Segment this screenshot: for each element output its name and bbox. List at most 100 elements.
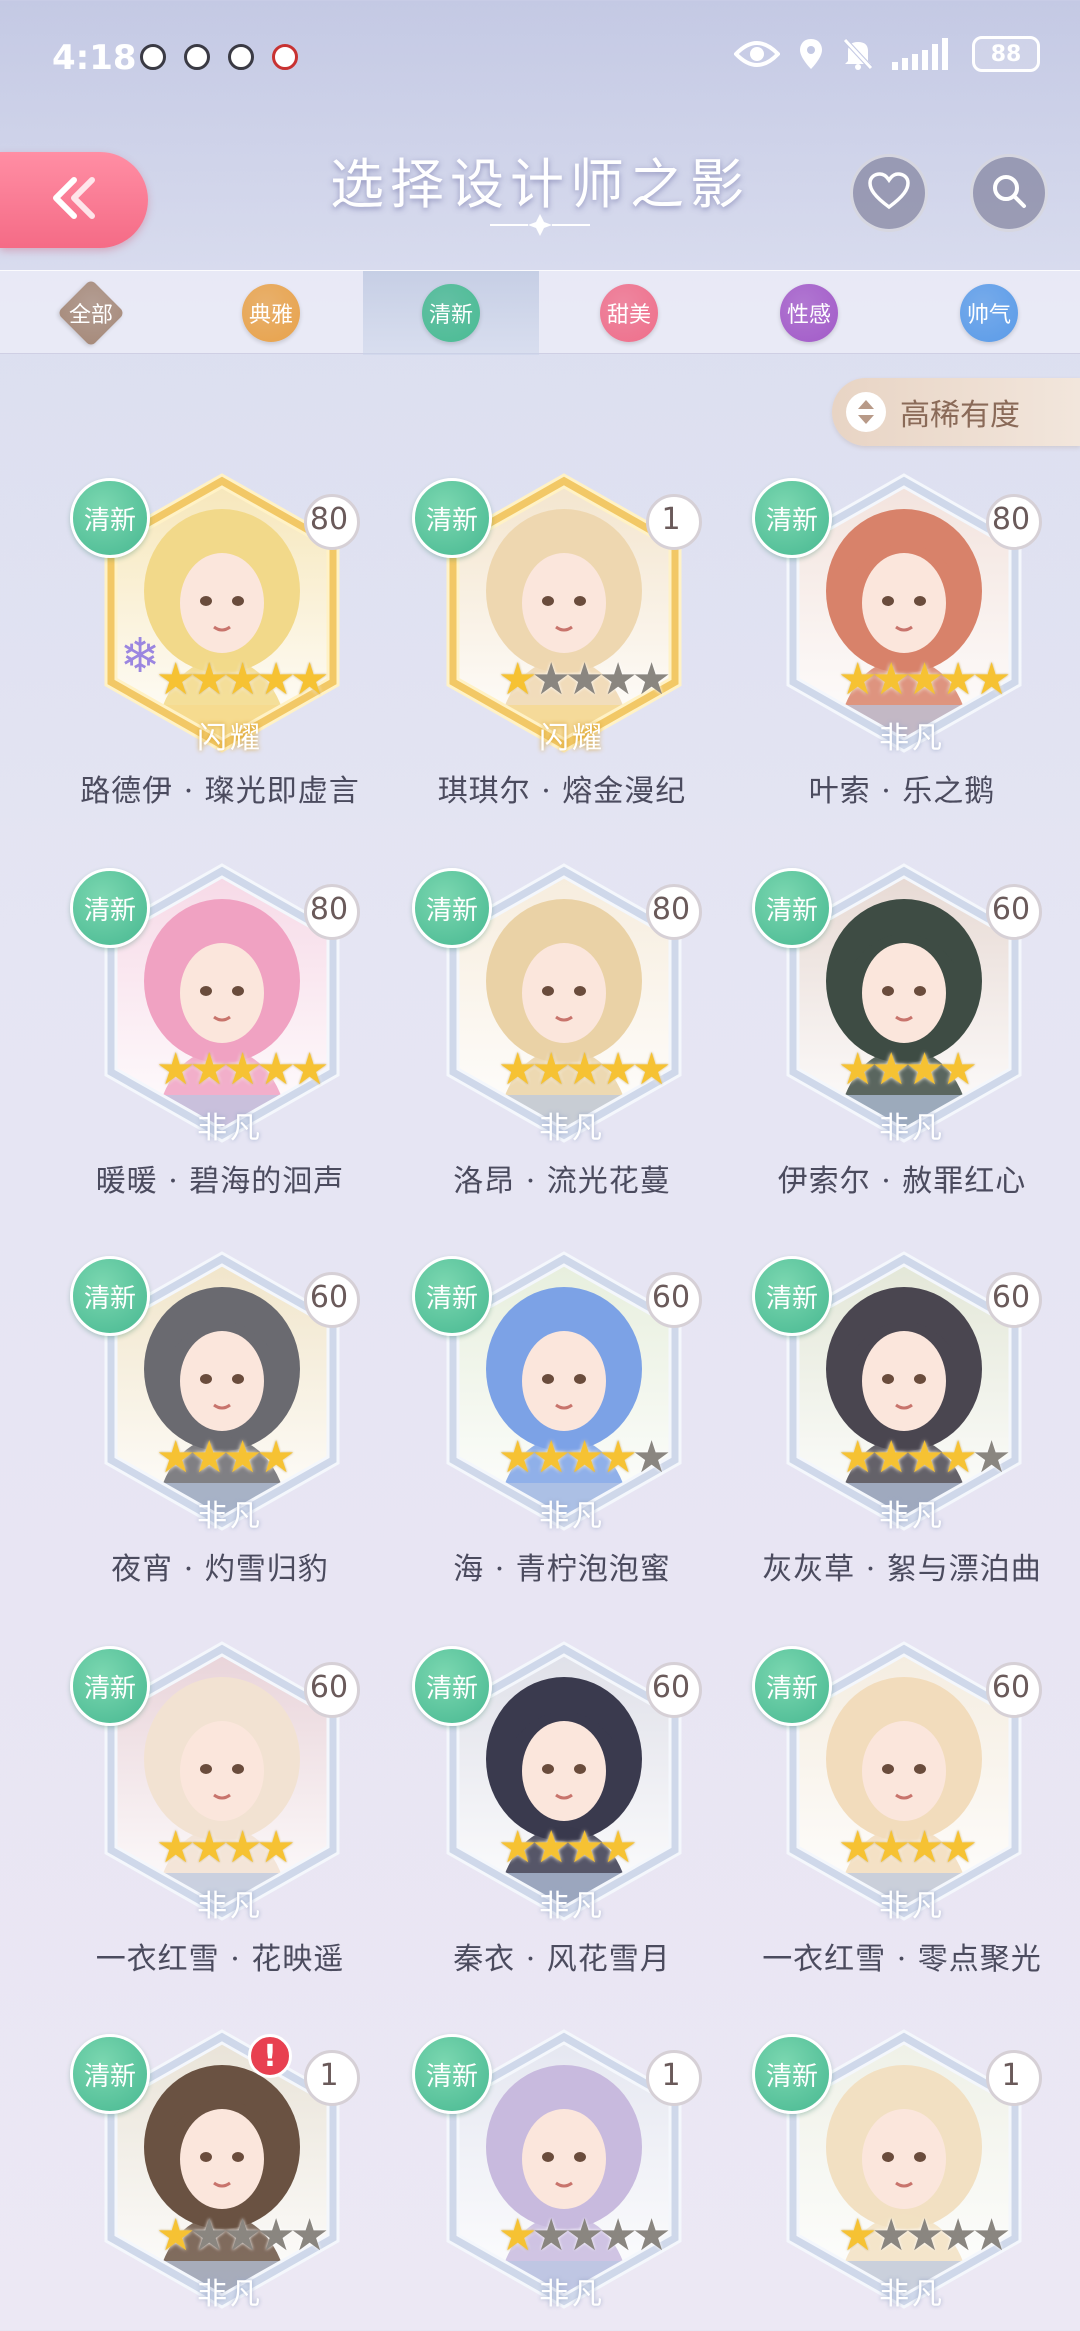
designer-name: 夜宵 · 灼雪归豹: [111, 1552, 329, 1587]
rarity-label: 非凡: [539, 1889, 605, 1924]
style-badge: 清新: [412, 1256, 492, 1336]
designer-name: 莉莉 · 琉璃织梦: [392, 2322, 732, 2331]
rarity-label: 非凡: [539, 1111, 605, 1146]
style-badge: 清新: [70, 478, 150, 558]
star-icon: ★: [289, 1044, 330, 1095]
level-value: 60: [991, 891, 1031, 927]
level-badge: 80: [298, 490, 360, 550]
star-rating: ★ ★ ★ ★: [838, 1826, 978, 1870]
rarity-label: 非凡: [879, 1111, 945, 1146]
style-badge: 清新: [412, 868, 492, 948]
designer-name: 海 · 青柠泡泡蜜: [453, 1552, 671, 1587]
favorite-button[interactable]: [850, 154, 928, 232]
filter-tab[interactable]: 帅气: [901, 271, 1077, 355]
style-badge: 清新: [70, 1646, 150, 1726]
filter-tab-badge: 典雅: [242, 284, 300, 342]
designer-card[interactable]: 非凡 ★ ★ ★ ★ ★ 清新 80 暖暖 · 碧海的洄声: [70, 858, 370, 1228]
style-badge: 清新: [752, 2034, 832, 2114]
designer-name: 琪琪尔 · 熔金漫纪: [437, 774, 687, 809]
designer-name: 灰灰草 · 絮与漂泊曲: [762, 1552, 1042, 1587]
level-value: 60: [309, 1279, 349, 1315]
star-icon: ★: [971, 2210, 1012, 2261]
designer-card[interactable]: 非凡★★★★★清新!1星之铃 · 花沼花香: [70, 2024, 370, 2331]
notification-icons: [140, 44, 298, 70]
star-rating: ★ ★ ★ ★ ★: [498, 1048, 671, 1092]
designer-card[interactable]: 非凡 ★ ★ ★ ★ 清新 60 秦衣 · 风花雪月: [412, 1636, 712, 2006]
rarity-label: 闪耀: [197, 721, 263, 756]
designer-card[interactable]: 非凡 ★ ★ ★ ★ 清新 60 一衣红雪 · 零点聚光: [752, 1636, 1052, 2006]
sort-button[interactable]: 高稀有度: [832, 378, 1080, 446]
designer-card[interactable]: 非凡 ★ ★ ★ ★ ★ 清新 80 洛昂 · 流光花蔓: [412, 858, 712, 1228]
star-icon: ★: [256, 1822, 296, 1873]
designer-card[interactable]: 闪耀 ★ ★ ★ ★ ★ 清新 1 琪琪尔 · 熔金漫纪: [412, 468, 712, 838]
snowflake-icon: ❄: [120, 628, 161, 684]
designer-card[interactable]: 非凡 ★ ★ ★ ★ ★ 清新 60 灰灰草 · 絮与漂泊曲: [752, 1246, 1052, 1616]
location-icon: [798, 37, 824, 71]
designer-card[interactable]: 非凡 ★ ★ ★ ★ 清新 60 一衣红雪 · 花映遥: [70, 1636, 370, 2006]
star-icon: ★: [971, 1432, 1012, 1483]
filter-tab-badge: 甜美: [600, 284, 658, 342]
level-value: 60: [991, 1279, 1031, 1315]
search-icon: [989, 171, 1029, 215]
designer-name: 叶索 · 乐之鹅: [808, 774, 996, 809]
designer-card[interactable]: 非凡★★★★★清新1莉莉 · 琉璃织梦: [412, 2024, 712, 2331]
filter-tab[interactable]: 清新: [363, 271, 539, 355]
sort-icon: [846, 392, 886, 432]
designer-name: 一衣红雪 · 花映遥: [95, 1942, 345, 1977]
filter-tab[interactable]: 典雅: [183, 271, 359, 355]
star-icon: ★: [631, 2210, 672, 2261]
designer-card[interactable]: 非凡 ★ ★ ★ ★ 清新 60 夜宵 · 灼雪归豹: [70, 1246, 370, 1616]
rarity-label: 非凡: [197, 1889, 263, 1924]
filter-tab[interactable]: 性感: [721, 271, 897, 355]
designer-name: 洛昂 · 流光花蔓: [453, 1164, 671, 1199]
level-badge: 60: [640, 1658, 702, 1718]
filter-tab-label: 帅气: [966, 303, 1011, 328]
level-value: 80: [309, 891, 349, 927]
designer-card[interactable]: 非凡★★★★★清新1奈芙蒂丽 · 旅者之歌: [752, 2024, 1052, 2331]
style-badge: 清新: [752, 868, 832, 948]
star-icon: ★: [289, 654, 330, 705]
designer-name: 伊索尔 · 赦罪红心: [777, 1164, 1027, 1199]
rarity-label: 非凡: [879, 721, 945, 756]
search-button[interactable]: [970, 154, 1048, 232]
designer-card[interactable]: ❄ 闪耀 ★ ★ ★ ★ ★ 清新 80 路德伊 · 璨光即虚言: [70, 468, 370, 838]
star-rating: ★ ★ ★ ★ ★: [838, 2214, 1011, 2258]
level-value: 1: [319, 2057, 339, 2093]
designer-name: 星之铃 · 花沼花香: [50, 2322, 390, 2331]
notification-icon: [140, 44, 166, 70]
star-rating: ★ ★ ★ ★ ★: [156, 1048, 329, 1092]
designer-card[interactable]: 非凡 ★ ★ ★ ★ 清新 60 伊索尔 · 赦罪红心: [752, 858, 1052, 1228]
level-badge: 80: [298, 880, 360, 940]
level-badge: 60: [980, 1268, 1042, 1328]
style-badge: 清新: [70, 1256, 150, 1336]
style-badge: 清新: [70, 868, 150, 948]
level-value: 1: [661, 501, 681, 537]
level-badge: 60: [980, 880, 1042, 940]
filter-tab-label: 性感: [786, 303, 831, 328]
level-badge: 1: [298, 2046, 360, 2106]
level-value: 80: [651, 891, 691, 927]
filter-tab[interactable]: 甜美: [541, 271, 717, 355]
filter-tab[interactable]: 全部: [3, 271, 179, 355]
filter-tab-badge: 帅气: [960, 284, 1018, 342]
star-icon: ★: [598, 1822, 638, 1873]
designer-name: 路德伊 · 璨光即虚言: [80, 774, 360, 809]
rarity-label: 非凡: [879, 1889, 945, 1924]
star-rating: ★ ★ ★ ★: [156, 1826, 296, 1870]
designer-card[interactable]: 非凡 ★ ★ ★ ★ ★ 清新 80 叶索 · 乐之鹅: [752, 468, 1052, 838]
designer-name: 奈芙蒂丽 · 旅者之歌: [732, 2322, 1072, 2331]
mute-icon: [842, 37, 874, 71]
filter-tab-badge: 性感: [780, 284, 838, 342]
star-rating: ★ ★ ★ ★ ★: [838, 658, 1011, 702]
level-badge: 1: [640, 490, 702, 550]
level-badge: 60: [298, 1658, 360, 1718]
level-badge: 60: [640, 1268, 702, 1328]
designer-card[interactable]: 非凡 ★ ★ ★ ★ ★ 清新 60 海 · 青柠泡泡蜜: [412, 1246, 712, 1616]
notification-icon: [184, 44, 210, 70]
star-rating: ★ ★ ★ ★ ★: [838, 1436, 1011, 1480]
star-rating: ★ ★ ★ ★ ★: [498, 658, 671, 702]
star-rating: ★ ★ ★ ★ ★: [498, 1436, 671, 1480]
level-value: 60: [309, 1669, 349, 1705]
filter-tab-badge: 清新: [422, 284, 480, 342]
star-icon: ★: [256, 1432, 296, 1483]
